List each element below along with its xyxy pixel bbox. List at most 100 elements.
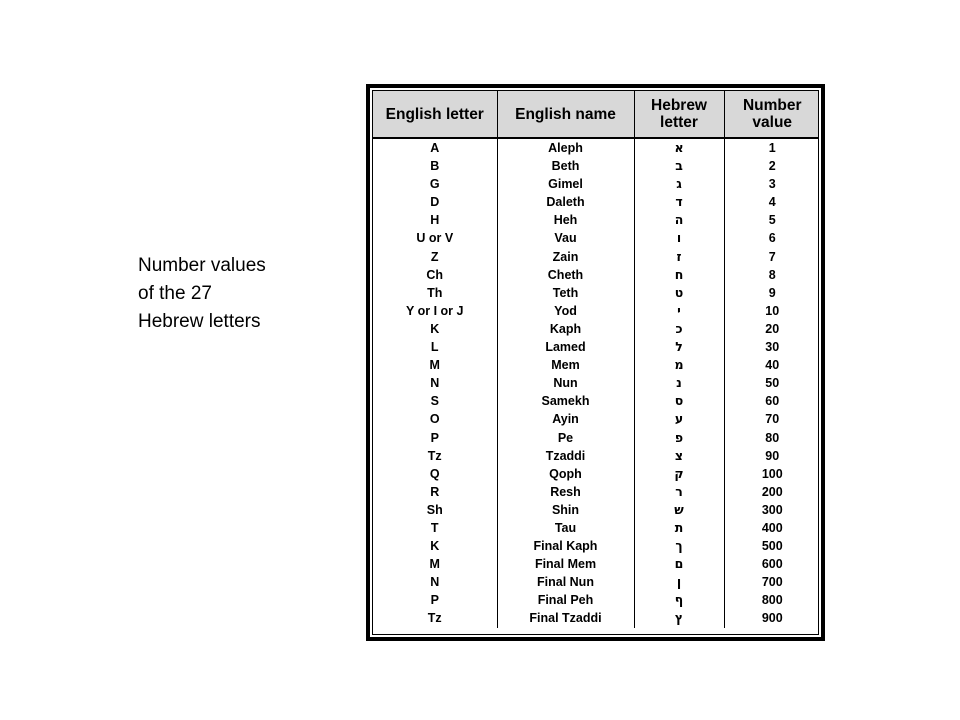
table-row: N Final Nun ן 700	[373, 573, 818, 592]
cell-hebrew-letter: ו	[634, 229, 725, 248]
cell-hebrew-letter: נ	[634, 374, 725, 393]
cell-number-value: 60	[765, 394, 780, 409]
cell-english-letter: T	[373, 518, 498, 538]
cell-english-letter: Sh	[373, 500, 498, 519]
cell-english-letter: K	[373, 319, 498, 339]
cell-number-value: 2	[768, 159, 776, 174]
cell-number-value: 80	[765, 430, 780, 445]
cell-hebrew-letter: כ	[634, 319, 725, 339]
cell-english-name: Final Nun	[497, 573, 635, 592]
cell-number-value: 300	[761, 502, 783, 517]
cell-english-letter: Z	[373, 247, 498, 266]
cell-english-letter: U or V	[373, 229, 498, 248]
cell-hebrew-letter: ץ	[634, 609, 725, 628]
table-row: K Final Kaph ך 500	[373, 537, 818, 556]
cell-english-name: Yod	[497, 301, 635, 320]
cell-number-value: 6	[768, 231, 776, 246]
table-header: English letter English name Hebrew lette…	[373, 91, 818, 139]
cell-hebrew-letter: ג	[634, 175, 725, 194]
cell-hebrew-letter: ן	[634, 573, 725, 592]
cell-english-letter: Ch	[373, 265, 498, 284]
cell-english-name: Pe	[497, 428, 635, 447]
cell-hebrew-letter: ת	[634, 518, 725, 538]
cell-english-name: Final Kaph	[497, 537, 635, 556]
cell-english-letter: A	[373, 138, 498, 158]
cell-number-value: 50	[765, 376, 780, 391]
cell-hebrew-letter: ז	[634, 247, 725, 266]
cell-hebrew-letter: א	[634, 138, 725, 158]
column-header-english-name: English name	[497, 91, 635, 139]
table-row: S Samekh ס 60	[373, 392, 818, 411]
cell-english-name: Final Tzaddi	[497, 609, 635, 628]
cell-hebrew-letter: ק	[634, 464, 725, 483]
cell-hebrew-letter: ס	[634, 392, 725, 411]
cell-english-name: Resh	[497, 482, 635, 501]
table-row: Sh Shin ש 300	[373, 500, 818, 519]
cell-number-value: 5	[768, 213, 776, 228]
table-row: B Beth ב 2	[373, 157, 818, 176]
cell-english-name: Daleth	[497, 193, 635, 212]
cell-english-name: Shin	[497, 500, 635, 519]
cell-number-value: 10	[765, 303, 780, 318]
cell-number-value: 40	[765, 358, 780, 373]
cell-hebrew-letter: ר	[634, 482, 725, 501]
table-row: N Nun נ 50	[373, 374, 818, 393]
cell-english-letter: H	[373, 211, 498, 230]
table-row: H Heh ה 5	[373, 211, 818, 230]
cell-english-name: Mem	[497, 356, 635, 375]
cell-english-letter: K	[373, 537, 498, 556]
table-row: Ch Cheth ח 8	[373, 265, 818, 284]
cell-number-value: 100	[761, 466, 783, 481]
table-row: Q Qoph ק 100	[373, 464, 818, 483]
hebrew-number-values-table: English letter English name Hebrew lette…	[373, 91, 818, 628]
cell-english-letter: G	[373, 175, 498, 194]
cell-hebrew-letter: ף	[634, 591, 725, 610]
cell-hebrew-letter: ב	[634, 157, 725, 176]
cell-english-name: Tzaddi	[497, 446, 635, 465]
cell-number-value: 700	[761, 575, 783, 590]
cell-english-letter: M	[373, 356, 498, 375]
cell-number-value: 400	[761, 520, 783, 535]
table-row: D Daleth ד 4	[373, 193, 818, 212]
cell-number-value: 4	[768, 195, 776, 210]
cell-hebrew-letter: י	[634, 301, 725, 320]
cell-hebrew-letter: ל	[634, 338, 725, 357]
cell-number-value: 800	[761, 593, 783, 608]
cell-number-value: 1	[768, 141, 776, 155]
table-header-row: English letter English name Hebrew lette…	[373, 91, 818, 139]
column-header-hebrew-letter: Hebrew letter	[634, 91, 725, 139]
table-row: Z Zain ז 7	[373, 247, 818, 266]
table-row: G Gimel ג 3	[373, 175, 818, 194]
cell-english-name: Kaph	[497, 319, 635, 339]
table-row: P Final Peh ף 800	[373, 591, 818, 610]
gematria-table-frame: English letter English name Hebrew lette…	[366, 84, 825, 641]
cell-number-value: 9	[768, 285, 776, 300]
cell-english-letter: D	[373, 193, 498, 212]
cell-number-value: 600	[761, 557, 783, 572]
cell-english-name: Final Peh	[497, 591, 635, 610]
cell-hebrew-letter: ך	[634, 537, 725, 556]
cell-english-name: Gimel	[497, 175, 635, 194]
cell-hebrew-letter: מ	[634, 356, 725, 375]
cell-number-value: 500	[761, 539, 783, 554]
table-row: Tz Final Tzaddi ץ 900	[373, 609, 818, 628]
cell-english-letter: Tz	[373, 609, 498, 628]
cell-english-letter: N	[373, 374, 498, 393]
table-row: M Mem מ 40	[373, 356, 818, 375]
cell-number-value: 900	[761, 611, 783, 626]
cell-english-name: Zain	[497, 247, 635, 266]
table-row: L Lamed ל 30	[373, 338, 818, 357]
cell-english-letter: Y or I or J	[373, 301, 498, 320]
table-row: A Aleph א 1	[373, 138, 818, 158]
cell-english-letter: N	[373, 573, 498, 592]
cell-english-letter: S	[373, 392, 498, 411]
column-header-english-letter: English letter	[373, 91, 498, 139]
cell-number-value: 30	[765, 340, 780, 355]
cell-english-name: Qoph	[497, 464, 635, 483]
cell-number-value: 70	[765, 412, 780, 427]
table-row: R Resh ר 200	[373, 482, 818, 501]
gematria-table-inner-border: English letter English name Hebrew lette…	[372, 90, 819, 635]
cell-english-letter: R	[373, 482, 498, 501]
cell-hebrew-letter: ח	[634, 265, 725, 284]
cell-english-name: Tau	[497, 518, 635, 538]
